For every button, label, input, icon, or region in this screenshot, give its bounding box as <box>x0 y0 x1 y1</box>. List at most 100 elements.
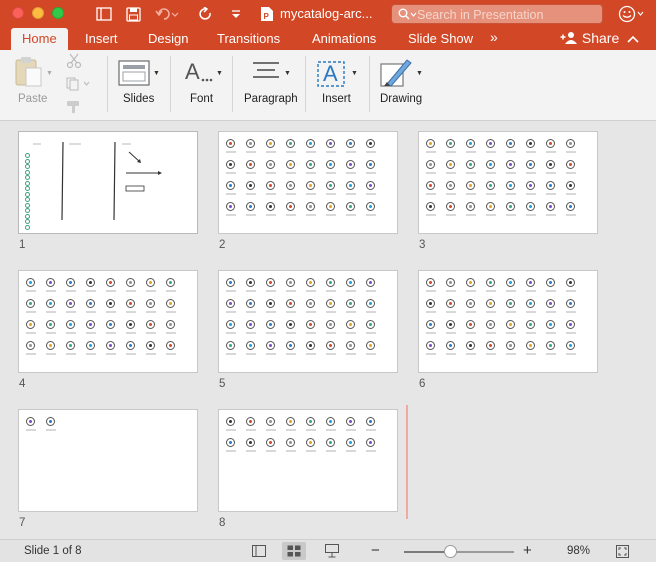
shape-caption <box>346 172 356 174</box>
slide-sorter-view-icon[interactable] <box>282 542 306 560</box>
search-input[interactable]: Search in Presentation <box>391 4 603 24</box>
sidebar-toggle-icon[interactable] <box>95 5 113 23</box>
shape-icon <box>346 417 355 426</box>
insert-group[interactable]: A ▼ Insert <box>310 50 366 120</box>
copy-icon[interactable] <box>66 77 92 94</box>
customize-toolbar-icon[interactable] <box>229 5 243 23</box>
slide-thumbnail[interactable] <box>218 131 398 234</box>
shape-caption <box>446 151 456 153</box>
shape-caption <box>226 214 236 216</box>
slides-group[interactable]: ▼ Slides <box>110 50 168 120</box>
shape-icon <box>306 320 315 329</box>
format-painter-icon[interactable] <box>66 100 82 117</box>
shape-caption <box>26 429 36 431</box>
shape-caption <box>366 172 376 174</box>
smiley-feedback-icon[interactable] <box>617 5 647 23</box>
slide-thumbnail[interactable] <box>218 270 398 373</box>
zoom-slider-thumb[interactable] <box>444 545 458 558</box>
shape-icon <box>346 299 355 308</box>
font-group[interactable]: A ▼ Font <box>175 50 227 120</box>
slide-number: 7 <box>19 517 26 529</box>
close-window-button[interactable] <box>12 7 24 19</box>
slide-thumbnail[interactable] <box>18 131 198 234</box>
slide-number: 3 <box>419 239 426 251</box>
shape-caption <box>126 353 136 355</box>
shape-caption <box>326 172 336 174</box>
shape-caption <box>526 311 536 313</box>
shape-icon <box>366 160 375 169</box>
shape-icon <box>566 202 575 211</box>
tab-design[interactable]: Design <box>148 31 188 46</box>
slide-thumbnail[interactable] <box>218 409 398 512</box>
shape-icon <box>226 202 235 211</box>
shape-caption <box>86 353 96 355</box>
slide-number: 6 <box>419 378 426 390</box>
shape-icon <box>466 181 475 190</box>
shape-caption <box>66 332 76 334</box>
shape-caption <box>126 311 136 313</box>
drawing-group[interactable]: ▼ Drawing <box>373 50 433 120</box>
normal-view-icon[interactable] <box>250 542 268 560</box>
shape-icon <box>286 438 295 447</box>
shape-caption <box>486 172 496 174</box>
share-button[interactable]: Share <box>560 30 619 46</box>
shape-caption <box>526 290 536 292</box>
add-person-icon <box>560 32 577 44</box>
shape-icon <box>546 320 555 329</box>
zoom-slider[interactable] <box>404 545 514 558</box>
redo-icon[interactable] <box>198 5 214 23</box>
slide-thumbnail[interactable] <box>418 270 598 373</box>
cut-icon[interactable] <box>66 53 82 72</box>
shape-caption <box>426 290 436 292</box>
tab-slide-show[interactable]: Slide Show <box>408 31 473 46</box>
shape-icon <box>86 320 95 329</box>
shape-icon <box>486 320 495 329</box>
ribbon-divider <box>305 56 306 112</box>
shape-icon <box>546 278 555 287</box>
shape-icon <box>326 320 335 329</box>
paragraph-group[interactable]: ▼ Paragraph <box>238 50 302 120</box>
shape-caption <box>26 353 36 355</box>
zoom-window-button[interactable] <box>52 7 64 19</box>
shape-caption <box>506 353 516 355</box>
minimize-window-button[interactable] <box>32 7 44 19</box>
zoom-in-icon[interactable]: + <box>523 542 532 559</box>
shape-caption <box>166 290 176 292</box>
tabs-overflow-button[interactable]: » <box>490 29 498 45</box>
shape-icon <box>546 139 555 148</box>
collapse-ribbon-icon[interactable] <box>626 30 640 48</box>
shape-icon <box>346 278 355 287</box>
tab-insert[interactable]: Insert <box>85 31 118 46</box>
shape-icon <box>266 438 275 447</box>
tab-transitions[interactable]: Transitions <box>217 31 280 46</box>
zoom-out-icon[interactable]: − <box>371 542 380 559</box>
shape-icon <box>526 320 535 329</box>
presenter-view-icon[interactable] <box>323 542 341 560</box>
shape-caption <box>566 353 576 355</box>
shape-icon <box>266 181 275 190</box>
shape-icon <box>246 181 255 190</box>
slide-sorter: 1 2 3 4 5 6 7 8 <box>0 121 656 539</box>
tab-home[interactable]: Home <box>11 28 68 50</box>
drawing-label: Drawing <box>380 93 423 105</box>
paste-button[interactable] <box>14 56 44 91</box>
shape-icon <box>266 341 275 350</box>
slide-thumbnail[interactable] <box>18 409 198 512</box>
zoom-percentage[interactable]: 98% <box>567 545 590 557</box>
undo-icon[interactable] <box>154 5 180 23</box>
shape-icon <box>286 417 295 426</box>
shape-caption <box>466 353 476 355</box>
fit-to-window-icon[interactable] <box>613 542 631 560</box>
shape-icon <box>526 139 535 148</box>
shape-icon <box>266 417 275 426</box>
shape-icon <box>446 139 455 148</box>
shape-icon <box>466 299 475 308</box>
shape-caption <box>446 332 456 334</box>
shape-caption <box>466 151 476 153</box>
slide-thumbnail[interactable] <box>18 270 198 373</box>
shape-caption <box>246 151 256 153</box>
slide-thumbnail[interactable] <box>418 131 598 234</box>
shape-caption <box>286 311 296 313</box>
save-icon[interactable] <box>124 5 142 23</box>
tab-animations[interactable]: Animations <box>312 31 376 46</box>
